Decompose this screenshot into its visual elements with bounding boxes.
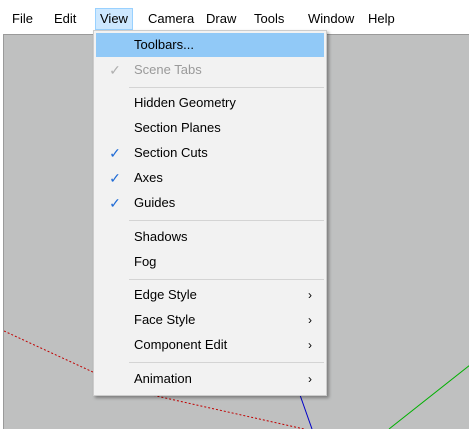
menu-separator bbox=[129, 279, 324, 280]
menu-item-animation[interactable]: Animation › bbox=[96, 367, 324, 391]
menu-item-label: Axes bbox=[134, 170, 163, 185]
menu-item-label: Face Style bbox=[134, 312, 196, 327]
red-axis-line-extension bbox=[133, 390, 305, 429]
check-icon: ✓ bbox=[109, 195, 121, 211]
menu-separator bbox=[129, 87, 324, 88]
chevron-right-icon: › bbox=[308, 313, 312, 327]
menu-item-label: Shadows bbox=[134, 229, 188, 244]
menu-separator bbox=[129, 362, 324, 363]
menu-item-label: Fog bbox=[134, 254, 157, 269]
menu-item-axes[interactable]: ✓ Axes bbox=[96, 166, 324, 190]
chevron-right-icon: › bbox=[308, 338, 312, 352]
menu-item-label: Hidden Geometry bbox=[134, 95, 236, 110]
menu-view[interactable]: View bbox=[95, 8, 133, 30]
menu-item-fog[interactable]: Fog bbox=[96, 250, 324, 274]
view-menu-dropdown: Toolbars... ✓ Scene Tabs Hidden Geometry… bbox=[93, 30, 327, 396]
menu-item-label: Toolbars... bbox=[134, 37, 194, 52]
menu-item-edge-style[interactable]: Edge Style › bbox=[96, 283, 324, 307]
menu-window[interactable]: Window bbox=[304, 9, 358, 29]
menu-item-label: Animation bbox=[134, 371, 192, 386]
menu-item-toolbars[interactable]: Toolbars... bbox=[96, 33, 324, 57]
chevron-right-icon: › bbox=[308, 372, 312, 386]
menu-item-face-style[interactable]: Face Style › bbox=[96, 308, 324, 332]
menu-item-scene-tabs: ✓ Scene Tabs bbox=[96, 58, 324, 82]
menu-camera[interactable]: Camera bbox=[144, 9, 198, 29]
menu-item-label: Section Planes bbox=[134, 120, 221, 135]
menu-item-section-planes[interactable]: Section Planes bbox=[96, 116, 324, 140]
menu-item-hidden-geometry[interactable]: Hidden Geometry bbox=[96, 91, 324, 115]
menu-help[interactable]: Help bbox=[364, 9, 399, 29]
menu-item-label: Edge Style bbox=[134, 287, 197, 302]
menu-file[interactable]: File bbox=[8, 9, 37, 29]
menu-item-component-edit[interactable]: Component Edit › bbox=[96, 333, 324, 357]
menu-separator bbox=[129, 220, 324, 221]
menu-item-section-cuts[interactable]: ✓ Section Cuts bbox=[96, 141, 324, 165]
menu-item-label: Component Edit bbox=[134, 337, 228, 352]
menu-draw[interactable]: Draw bbox=[202, 9, 240, 29]
menu-edit[interactable]: Edit bbox=[50, 9, 80, 29]
check-icon: ✓ bbox=[109, 145, 121, 161]
green-axis-line bbox=[388, 365, 469, 429]
blue-axis-line bbox=[299, 394, 313, 429]
chevron-right-icon: › bbox=[308, 288, 312, 302]
menu-tools[interactable]: Tools bbox=[250, 9, 288, 29]
check-icon: ✓ bbox=[109, 62, 121, 78]
check-icon: ✓ bbox=[109, 170, 121, 186]
menu-item-label: Section Cuts bbox=[134, 145, 208, 160]
menu-bar: File Edit View Camera Draw Tools Window … bbox=[0, 0, 469, 34]
menu-item-shadows[interactable]: Shadows bbox=[96, 225, 324, 249]
menu-item-guides[interactable]: ✓ Guides bbox=[96, 191, 324, 215]
menu-item-label: Scene Tabs bbox=[134, 62, 202, 77]
menu-item-label: Guides bbox=[134, 195, 176, 210]
